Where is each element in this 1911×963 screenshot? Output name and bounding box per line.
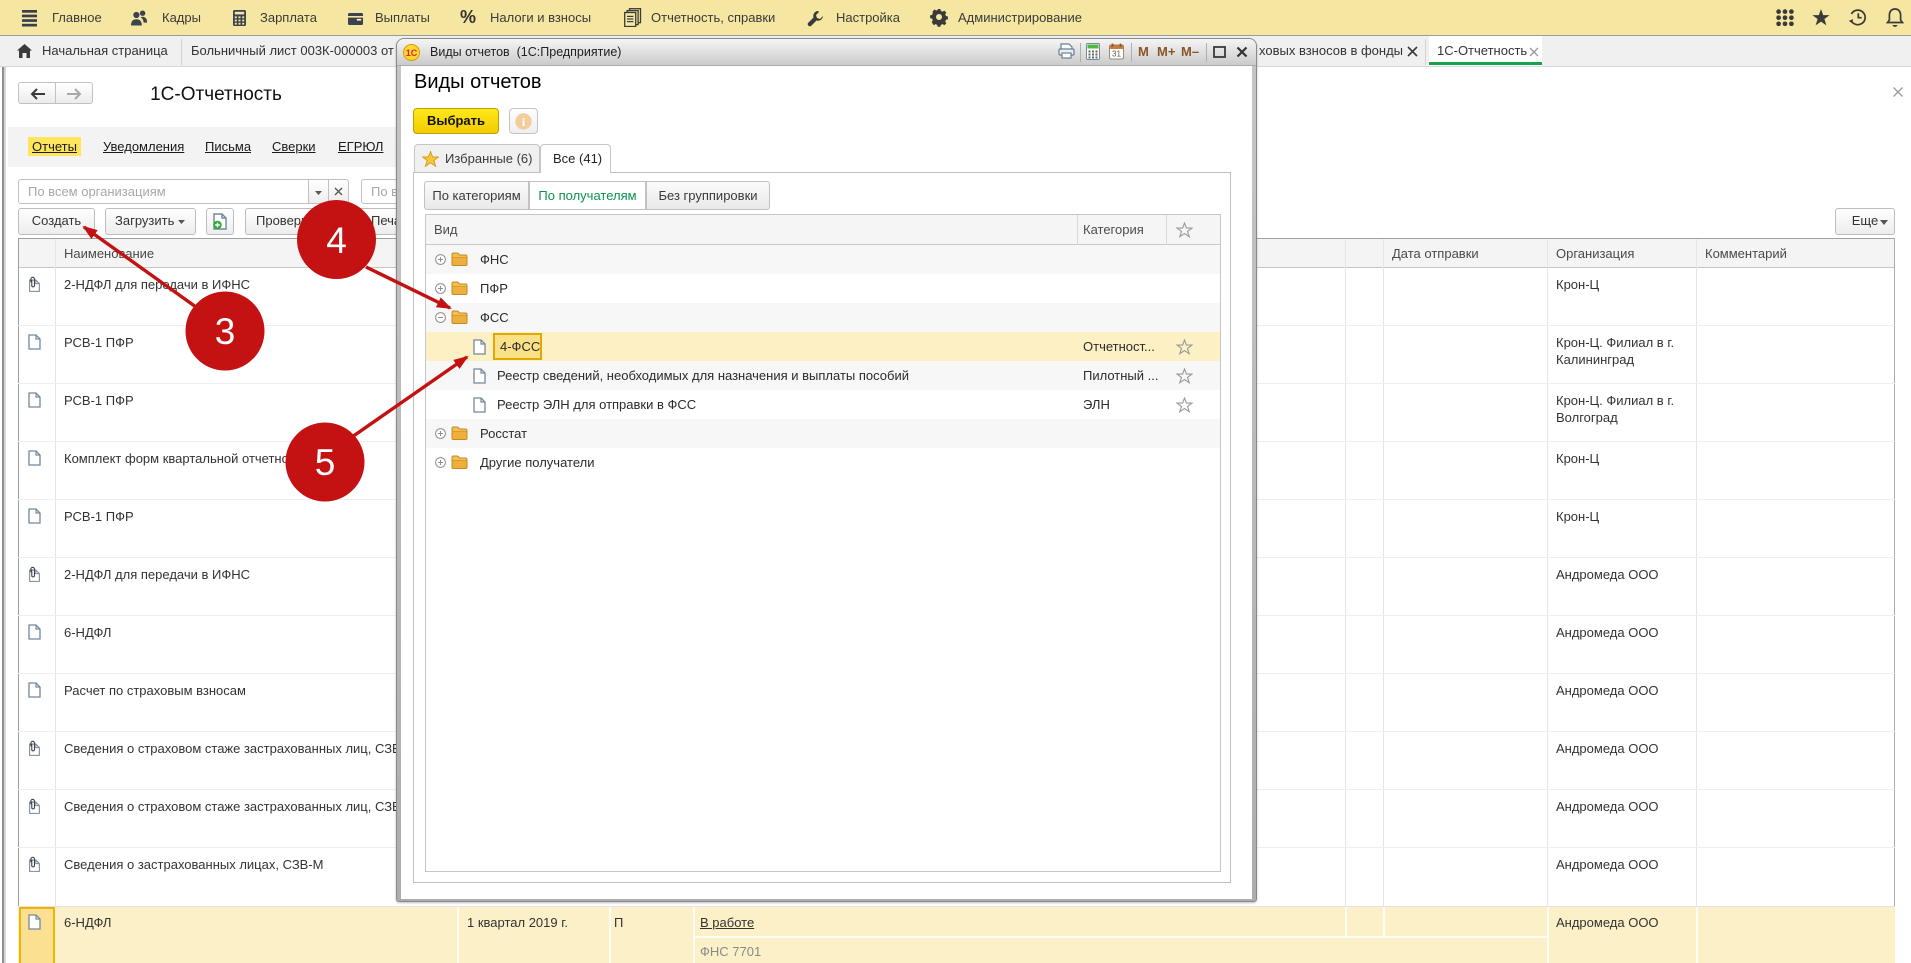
svg-text:31: 31 [1112,50,1121,59]
svg-text:5: 5 [315,442,336,483]
svg-text:3: 3 [215,311,236,352]
svg-text:1С: 1С [406,48,418,58]
